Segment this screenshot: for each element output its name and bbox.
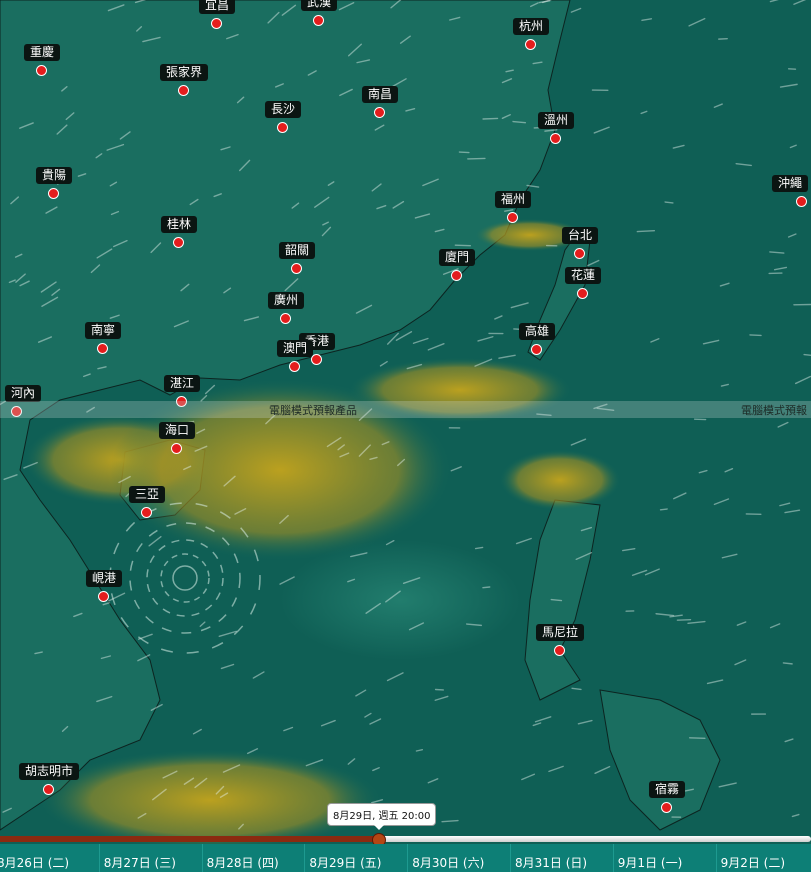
city-label[interactable]: 貴陽 [35, 167, 73, 184]
location-dot-icon[interactable] [280, 313, 291, 324]
location-dot-icon[interactable] [97, 343, 108, 354]
timeline-day-label: 8月26日 (二) [0, 856, 70, 870]
weather-map[interactable] [0, 0, 811, 872]
location-dot-icon[interactable] [574, 248, 585, 259]
city-label[interactable]: 武漢 [300, 0, 338, 11]
city-label[interactable]: 海口 [158, 422, 196, 439]
city-label[interactable]: 三亞 [128, 486, 166, 503]
timeline-days: 8月26日 (二) 8月27日 (三) 8月28日 (四) 8月29日 (五) 8月30… [0, 844, 811, 872]
city-label[interactable]: 韶關 [278, 242, 316, 259]
wind-streak [454, 244, 472, 247]
timeline-progress [0, 836, 378, 842]
location-dot-icon[interactable] [48, 188, 59, 199]
city-label[interactable]: 峴港 [85, 570, 123, 587]
city-label[interactable]: 河內 [4, 385, 42, 402]
wind-streak [782, 662, 793, 665]
timeline-day-label: 9月1日 (一) [617, 856, 683, 870]
city-label[interactable]: 張家界 [159, 64, 209, 81]
banner-text-repeat: 電腦模式預報 [741, 404, 807, 417]
location-dot-icon[interactable] [291, 263, 302, 274]
location-dot-icon[interactable] [313, 15, 324, 26]
wind-streak [664, 201, 674, 204]
city-label[interactable]: 廣州 [267, 292, 305, 309]
location-dot-icon[interactable] [507, 212, 518, 223]
city-label[interactable]: 馬尼拉 [535, 624, 585, 641]
location-dot-icon[interactable] [525, 39, 536, 50]
location-dot-icon[interactable] [796, 196, 807, 207]
location-dot-icon[interactable] [661, 802, 672, 813]
city-label[interactable]: 南寧 [84, 322, 122, 339]
timeline-day[interactable]: 8月28日 (四) [201, 844, 279, 872]
location-dot-icon[interactable] [141, 507, 152, 518]
wind-streak [458, 151, 470, 154]
timeline-day-label: 8月31日 (日) [515, 856, 588, 870]
location-dot-icon[interactable] [173, 237, 184, 248]
location-dot-icon[interactable] [554, 645, 565, 656]
wind-streak [659, 508, 668, 511]
timeline-day[interactable]: 8月30日 (六) [407, 844, 484, 872]
city-label[interactable]: 溫州 [537, 112, 575, 129]
timeline-day[interactable]: 8月27日 (三) [98, 844, 176, 872]
city-label[interactable]: 高雄 [518, 323, 556, 340]
city-label[interactable]: 長沙 [264, 101, 302, 118]
location-dot-icon[interactable] [577, 288, 588, 299]
timeline-day-label: 8月27日 (三) [103, 856, 176, 870]
timeline-tooltip: 8月29日, 週五 20:00 [327, 803, 437, 830]
location-dot-icon[interactable] [550, 133, 561, 144]
location-dot-icon[interactable] [43, 784, 54, 795]
location-dot-icon[interactable] [531, 344, 542, 355]
timeline-day[interactable]: 9月2日 (二) [715, 844, 785, 872]
city-label[interactable]: 廈門 [438, 249, 476, 266]
location-dot-icon[interactable] [451, 270, 462, 281]
location-dot-icon[interactable] [311, 354, 322, 365]
wind-streak [688, 737, 706, 739]
timeline-day-label: 9月2日 (二) [720, 856, 786, 870]
city-label[interactable]: 湛江 [163, 375, 201, 392]
timeline-slider[interactable] [0, 833, 811, 847]
city-label[interactable]: 南昌 [361, 86, 399, 103]
location-dot-icon[interactable] [36, 65, 47, 76]
timeline-day[interactable]: 8月29日 (五) [304, 844, 381, 872]
timeline-day[interactable]: 8月31日 (日) [510, 844, 587, 872]
wind-streak [482, 586, 491, 589]
location-dot-icon[interactable] [374, 107, 385, 118]
city-label[interactable]: 台北 [561, 227, 599, 244]
city-label[interactable]: 福州 [494, 191, 532, 208]
city-label[interactable]: 澳門 [276, 340, 314, 357]
city-label[interactable]: 重慶 [23, 44, 61, 61]
location-dot-icon[interactable] [171, 443, 182, 454]
wind-streak [636, 230, 656, 233]
timeline-day-label: 8月29日 (五) [309, 856, 382, 870]
location-dot-icon[interactable] [178, 85, 189, 96]
city-label[interactable]: 沖繩 [771, 175, 809, 192]
location-dot-icon[interactable] [277, 122, 288, 133]
city-label[interactable]: 花蓮 [564, 267, 602, 284]
wind-streak [482, 117, 499, 120]
model-product-banner: 電腦模式預報產品 電腦模式預報 [0, 401, 811, 418]
location-dot-icon[interactable] [98, 591, 109, 602]
timeline-day-label: 8月28日 (四) [206, 856, 279, 870]
location-dot-icon[interactable] [289, 361, 300, 372]
timeline-day[interactable]: 9月1日 (一) [612, 844, 682, 872]
city-label[interactable]: 桂林 [160, 216, 198, 233]
city-label[interactable]: 宜昌 [198, 0, 236, 14]
banner-text: 電腦模式預報產品 [269, 404, 357, 417]
city-label[interactable]: 杭州 [512, 18, 550, 35]
timeline-day-label: 8月30日 (六) [412, 856, 485, 870]
location-dot-icon[interactable] [211, 18, 222, 29]
city-label[interactable]: 胡志明市 [18, 763, 80, 780]
city-label[interactable]: 宿霧 [648, 781, 686, 798]
